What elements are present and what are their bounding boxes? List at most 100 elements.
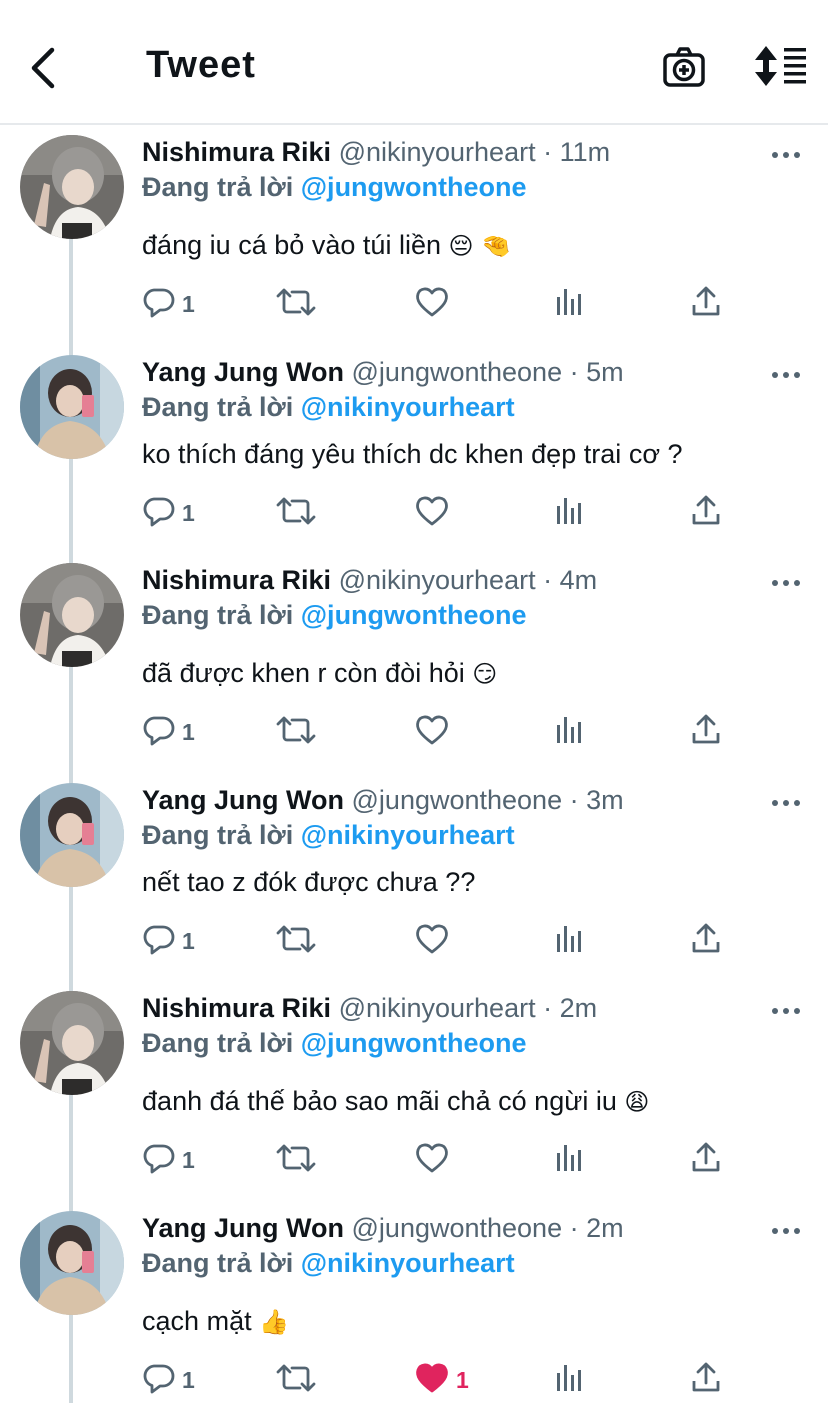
tweet-actions: 1 bbox=[0, 921, 828, 961]
avatar[interactable] bbox=[20, 991, 124, 1095]
tweet-meta: Nishimura Riki @nikinyourheart · 4m bbox=[142, 565, 597, 596]
like-icon bbox=[414, 713, 450, 752]
chevron-left-icon[interactable] bbox=[22, 40, 70, 96]
reply-icon bbox=[142, 494, 176, 533]
tweet[interactable]: Nishimura Riki @nikinyourheart · 11m Đang… bbox=[0, 135, 828, 335]
analytics-button[interactable] bbox=[554, 284, 586, 324]
author-name[interactable]: Nishimura Riki bbox=[142, 565, 331, 595]
reply-count: 1 bbox=[182, 1146, 195, 1173]
replying-to-label: Đang trả lời bbox=[142, 392, 294, 422]
author-handle[interactable]: @nikinyourheart bbox=[339, 565, 536, 595]
author-name[interactable]: Yang Jung Won bbox=[142, 785, 344, 815]
tweet[interactable]: Yang Jung Won @jungwontheone · 2m Đang tr… bbox=[0, 1211, 828, 1411]
tweet-meta: Yang Jung Won @jungwontheone · 5m bbox=[142, 357, 624, 388]
replying-to: Đang trả lời @jungwontheone bbox=[142, 600, 527, 631]
reply-count: 1 bbox=[182, 290, 195, 317]
reply-count: 1 bbox=[182, 1366, 195, 1393]
analytics-button[interactable] bbox=[554, 712, 586, 752]
like-button[interactable] bbox=[414, 712, 450, 752]
mention-link[interactable]: @nikinyourheart bbox=[301, 392, 515, 422]
share-button[interactable] bbox=[690, 284, 722, 324]
mention-link[interactable]: @nikinyourheart bbox=[301, 820, 515, 850]
retweet-icon bbox=[276, 713, 316, 752]
analytics-button[interactable] bbox=[554, 493, 586, 533]
analytics-button[interactable] bbox=[554, 1360, 586, 1400]
emoji: 👍 bbox=[259, 1308, 290, 1336]
retweet-button[interactable] bbox=[276, 921, 316, 961]
camera-plus-icon[interactable] bbox=[660, 44, 708, 92]
retweet-icon bbox=[276, 285, 316, 324]
author-handle[interactable]: @jungwontheone bbox=[352, 1213, 563, 1243]
mention-link[interactable]: @jungwontheone bbox=[301, 172, 527, 202]
analytics-icon bbox=[554, 1361, 586, 1400]
emoji: 😏 bbox=[472, 660, 498, 688]
share-icon bbox=[690, 285, 722, 324]
avatar[interactable] bbox=[20, 783, 124, 887]
reply-button[interactable]: 1 bbox=[142, 1140, 195, 1180]
retweet-button[interactable] bbox=[276, 493, 316, 533]
share-button[interactable] bbox=[690, 712, 722, 752]
like-button[interactable] bbox=[414, 284, 450, 324]
more-options-icon[interactable] bbox=[770, 573, 802, 593]
reply-button[interactable]: 1 bbox=[142, 1360, 195, 1400]
retweet-button[interactable] bbox=[276, 284, 316, 324]
like-button[interactable] bbox=[414, 493, 450, 533]
like-count: 1 bbox=[456, 1366, 469, 1393]
more-options-icon[interactable] bbox=[770, 793, 802, 813]
more-options-icon[interactable] bbox=[770, 365, 802, 385]
reply-button[interactable]: 1 bbox=[142, 712, 195, 752]
author-handle[interactable]: @jungwontheone bbox=[352, 785, 563, 815]
author-name[interactable]: Nishimura Riki bbox=[142, 993, 331, 1023]
reply-icon bbox=[142, 285, 176, 324]
tweet[interactable]: Yang Jung Won @jungwontheone · 5m Đang tr… bbox=[0, 355, 828, 555]
analytics-button[interactable] bbox=[554, 1140, 586, 1180]
replying-to: Đang trả lời @jungwontheone bbox=[142, 172, 527, 203]
share-button[interactable] bbox=[690, 1360, 722, 1400]
share-button[interactable] bbox=[690, 1140, 722, 1180]
tweet-actions: 1 bbox=[0, 1140, 828, 1180]
tweet-text: đáng iu cá bỏ vào túi liền 😔 🤏 bbox=[142, 230, 511, 260]
analytics-button[interactable] bbox=[554, 921, 586, 961]
reply-icon bbox=[142, 1361, 176, 1400]
more-options-icon[interactable] bbox=[770, 1221, 802, 1241]
reply-button[interactable]: 1 bbox=[142, 284, 195, 324]
tweet[interactable]: Nishimura Riki @nikinyourheart · 2m Đang … bbox=[0, 991, 828, 1191]
tweet-meta: Nishimura Riki @nikinyourheart · 2m bbox=[142, 993, 597, 1024]
retweet-button[interactable] bbox=[276, 1140, 316, 1180]
author-name[interactable]: Nishimura Riki bbox=[142, 137, 331, 167]
replying-to: Đang trả lời @nikinyourheart bbox=[142, 392, 515, 423]
replying-to: Đang trả lời @nikinyourheart bbox=[142, 820, 515, 851]
retweet-button[interactable] bbox=[276, 1360, 316, 1400]
like-button[interactable] bbox=[414, 1140, 450, 1180]
reply-button[interactable]: 1 bbox=[142, 921, 195, 961]
like-icon bbox=[414, 285, 450, 324]
analytics-icon bbox=[554, 494, 586, 533]
mention-link[interactable]: @jungwontheone bbox=[301, 1028, 527, 1058]
author-handle[interactable]: @nikinyourheart bbox=[339, 993, 536, 1023]
reply-button[interactable]: 1 bbox=[142, 493, 195, 533]
reply-icon bbox=[142, 1141, 176, 1180]
more-options-icon[interactable] bbox=[770, 145, 802, 165]
tweet-text: nết tao z đók được chưa ?? bbox=[142, 867, 476, 897]
avatar[interactable] bbox=[20, 1211, 124, 1315]
mention-link[interactable]: @jungwontheone bbox=[301, 600, 527, 630]
author-handle[interactable]: @jungwontheone bbox=[352, 357, 563, 387]
like-button[interactable]: 1 bbox=[414, 1360, 469, 1400]
author-name[interactable]: Yang Jung Won bbox=[142, 1213, 344, 1243]
mention-link[interactable]: @nikinyourheart bbox=[301, 1248, 515, 1278]
avatar[interactable] bbox=[20, 355, 124, 459]
author-handle[interactable]: @nikinyourheart bbox=[339, 137, 536, 167]
tweet[interactable]: Yang Jung Won @jungwontheone · 3m Đang tr… bbox=[0, 783, 828, 983]
retweet-icon bbox=[276, 1361, 316, 1400]
share-button[interactable] bbox=[690, 493, 722, 533]
more-options-icon[interactable] bbox=[770, 1001, 802, 1021]
sort-icon[interactable] bbox=[754, 44, 808, 90]
retweet-button[interactable] bbox=[276, 712, 316, 752]
tweet[interactable]: Nishimura Riki @nikinyourheart · 4m Đang … bbox=[0, 563, 828, 763]
avatar[interactable] bbox=[20, 135, 124, 239]
author-name[interactable]: Yang Jung Won bbox=[142, 357, 344, 387]
avatar[interactable] bbox=[20, 563, 124, 667]
timestamp: · 2m bbox=[543, 993, 598, 1023]
like-button[interactable] bbox=[414, 921, 450, 961]
share-button[interactable] bbox=[690, 921, 722, 961]
